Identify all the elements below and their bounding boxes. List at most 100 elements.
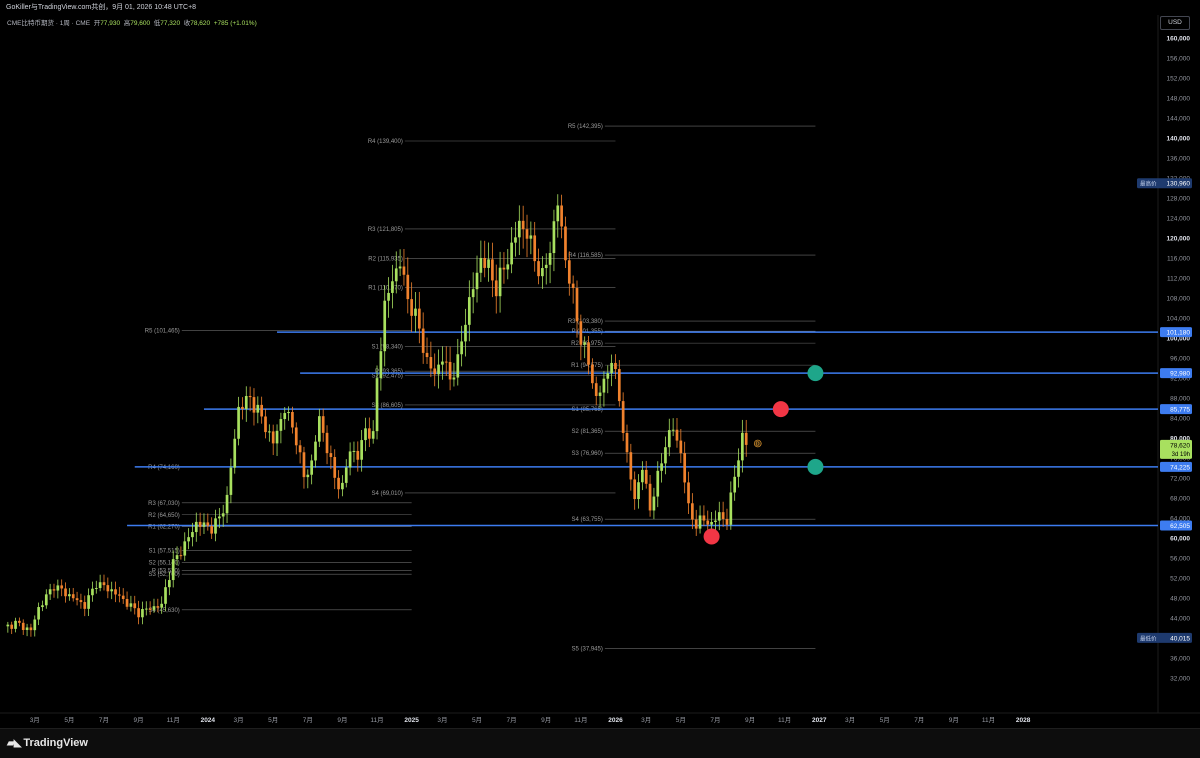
candle-body: [425, 352, 429, 358]
pivot-label: S1 (98,340): [372, 344, 403, 350]
y-tick-label: 88,000: [1170, 396, 1190, 403]
candle-body: [125, 598, 129, 607]
candle-body: [494, 280, 498, 297]
x-tick-label: 9月: [134, 716, 144, 724]
chart-header: GoKiller与TradingView.com共创，9月 01, 2026 1…: [0, 0, 1200, 15]
candle-body: [160, 603, 164, 608]
hline-price-label: 62,505: [1170, 523, 1190, 530]
candle-body: [452, 377, 456, 380]
candle-body: [6, 624, 10, 627]
pivot-label: R5 (101,465): [145, 329, 180, 335]
candle-body: [60, 585, 64, 589]
candle-body: [218, 516, 221, 519]
x-tick-label: 3月: [641, 716, 651, 724]
candle-body: [33, 619, 37, 631]
candle-body: [564, 226, 567, 261]
candle-body: [660, 463, 663, 471]
candle-body: [56, 585, 60, 591]
candle-body: [29, 627, 33, 631]
candle-body: [102, 582, 106, 586]
candle-body: [114, 589, 117, 595]
candle-body: [348, 451, 352, 468]
pivot-label: S1 (85,765): [571, 407, 602, 413]
brand-name: TradingView: [23, 737, 88, 749]
pivot-label: S3 (76,960): [571, 451, 602, 457]
badge-value: 130,960: [1167, 181, 1191, 188]
candle-body: [629, 452, 633, 480]
candle-body: [687, 482, 690, 504]
candle-body: [598, 392, 602, 396]
candle-body: [514, 237, 517, 243]
y-tick-label: 112,000: [1167, 276, 1190, 283]
candle-body: [91, 588, 94, 596]
candle-body: [144, 608, 148, 610]
candle-body: [367, 428, 371, 439]
candle-body: [37, 607, 40, 620]
candle-body: [229, 467, 233, 495]
candle-body: [641, 469, 644, 483]
y-tick-label: 48,000: [1170, 596, 1190, 603]
candle-body: [625, 432, 629, 453]
legend-symbol[interactable]: CME比特币期货 · 1周 · CME: [7, 20, 90, 27]
x-tick-label: 5月: [268, 716, 278, 724]
candle-body: [275, 430, 279, 444]
candle-body: [702, 515, 706, 521]
candle-body: [64, 588, 67, 597]
candle-body: [560, 205, 563, 227]
candle-body: [591, 364, 594, 384]
candle-body: [502, 267, 506, 270]
y-tick-label: 72,000: [1170, 476, 1190, 483]
candle-body: [402, 266, 406, 275]
candle-body: [667, 430, 671, 448]
candle-body: [198, 521, 202, 527]
candle-body: [614, 362, 617, 370]
red-marker: [703, 528, 720, 545]
header-title: GoKiller与TradingView.com共创，9月 01, 2026 1…: [6, 4, 197, 11]
legend-open: 77,930: [100, 20, 121, 27]
candle-body: [498, 267, 502, 297]
candle-body: [21, 622, 25, 630]
tradingview-logo[interactable]: ▰◣ TradingView: [7, 737, 88, 749]
candle-body: [579, 321, 583, 345]
y-tick-label: 136,000: [1167, 156, 1191, 163]
candle-body: [460, 341, 463, 355]
candle-body: [168, 580, 171, 588]
candle-body: [83, 602, 87, 609]
candle-body: [333, 457, 337, 478]
y-tick-label: 68,000: [1170, 496, 1190, 503]
candle-body: [410, 299, 413, 316]
candle-body: [652, 496, 656, 511]
candle-body: [417, 308, 421, 329]
candle-body: [541, 268, 544, 277]
candle-body: [648, 483, 652, 511]
candle-body: [694, 519, 698, 529]
plot-background: [0, 15, 1158, 728]
candlestick-chart[interactable]: 32,00036,00040,00044,00048,00052,00056,0…: [0, 15, 1200, 728]
candle-body: [621, 401, 625, 433]
y-tick-label: 60,000: [1170, 536, 1190, 543]
candle-body: [237, 406, 240, 439]
candle-body: [287, 412, 290, 414]
currency-button[interactable]: USD: [1160, 16, 1190, 30]
candle-body: [487, 259, 490, 268]
countdown-label: 3d 19h: [1172, 452, 1190, 458]
candle-body: [644, 469, 648, 484]
candle-body: [602, 378, 606, 393]
y-tick-label: 140,000: [1167, 136, 1191, 143]
candle-body: [94, 588, 98, 590]
candle-body: [698, 515, 702, 529]
candle-body: [148, 608, 152, 610]
y-tick-label: 160,000: [1167, 36, 1191, 43]
candle-body: [537, 261, 540, 277]
candle-body: [717, 512, 721, 521]
last-price-label: 78,620: [1170, 442, 1190, 449]
candle-body: [448, 361, 452, 380]
legend-close: 78,620: [190, 20, 211, 27]
candle-body: [121, 595, 125, 599]
candle-body: [633, 479, 637, 500]
candle-body: [18, 620, 21, 623]
candle-body: [387, 292, 390, 301]
y-tick-label: 96,000: [1170, 356, 1190, 363]
pivot-label: S1 (57,515): [148, 548, 179, 554]
legend-low: 77,320: [160, 20, 181, 27]
